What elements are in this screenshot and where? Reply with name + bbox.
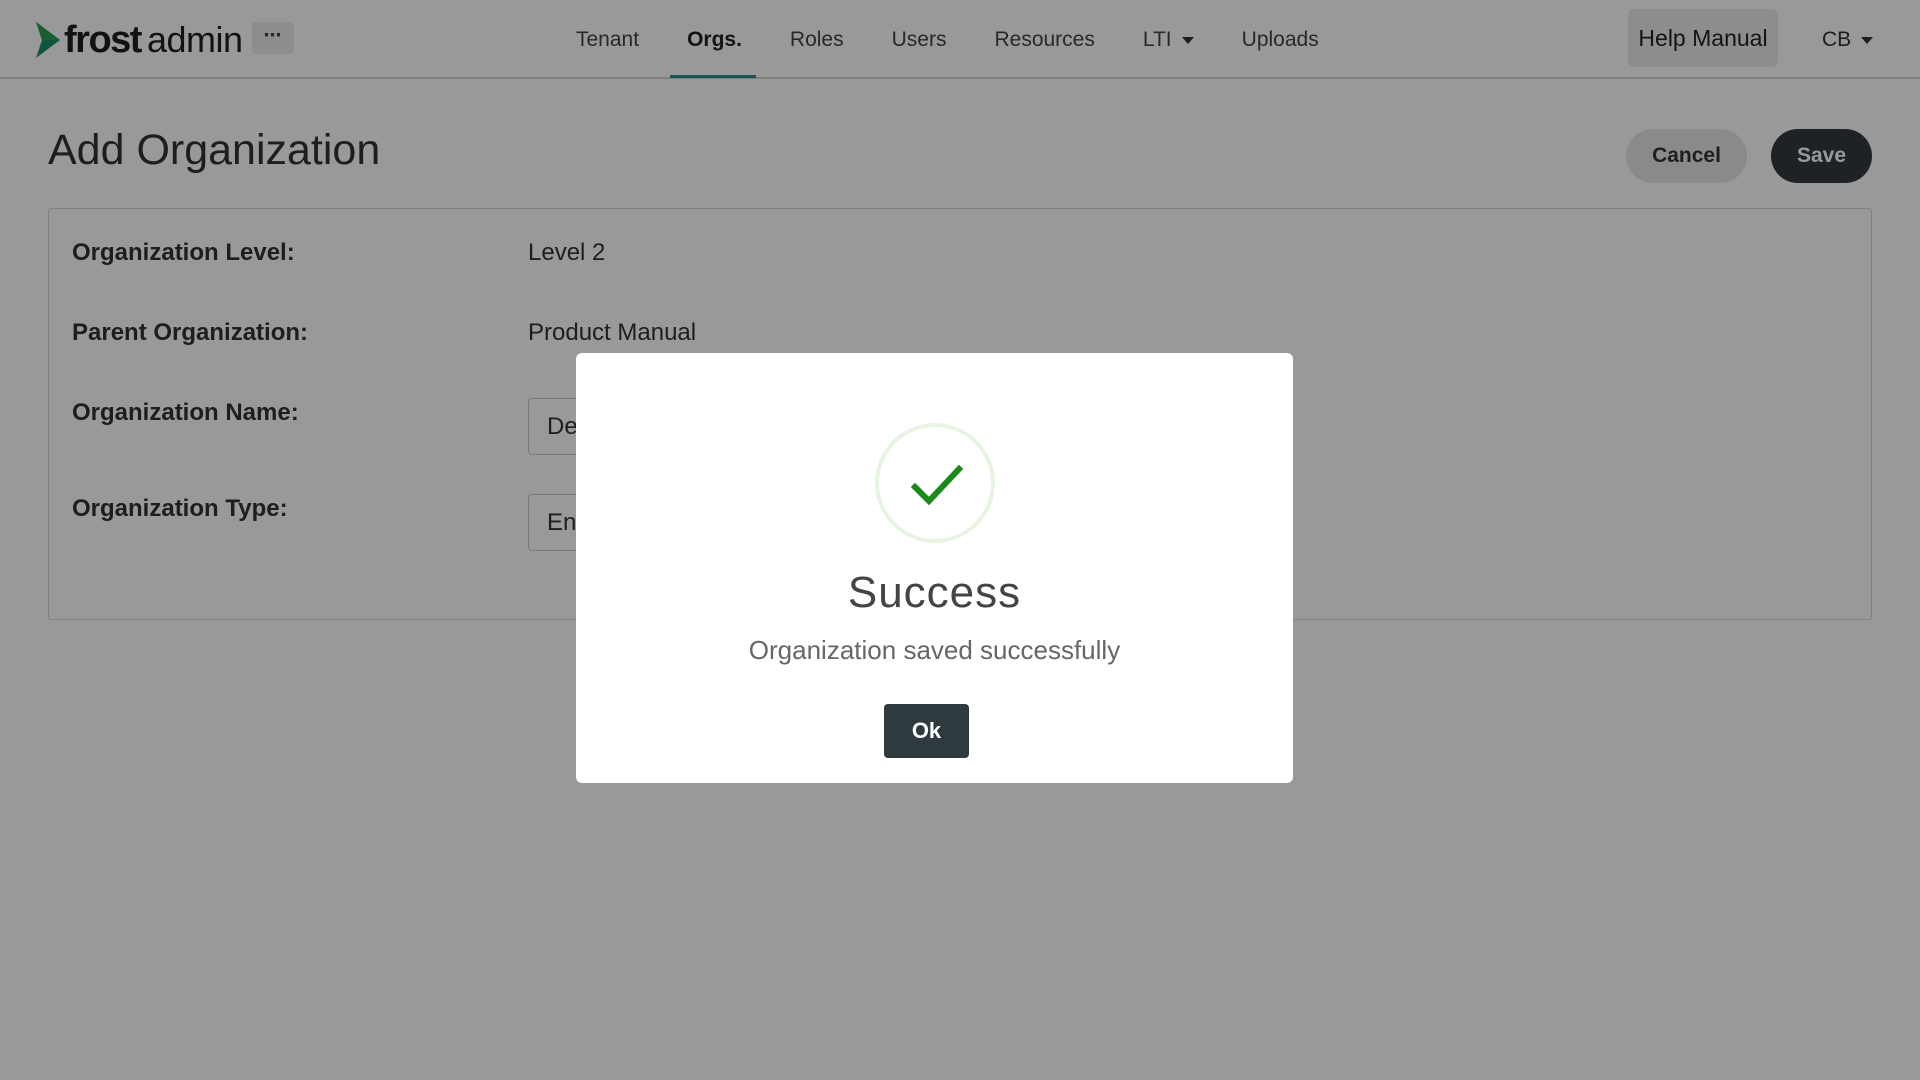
dialog-title: Success [847,568,1022,617]
checkmark-icon [911,464,963,506]
dialog-message: Organization saved successfully [748,635,1121,665]
app-root: frost admin ⋯ Tenant Orgs. Roles Users R… [0,0,1920,1080]
success-dialog: Success Organization saved successfully … [576,353,1293,783]
success-icon-circle [875,423,995,543]
ok-button[interactable]: Ok [884,704,969,758]
